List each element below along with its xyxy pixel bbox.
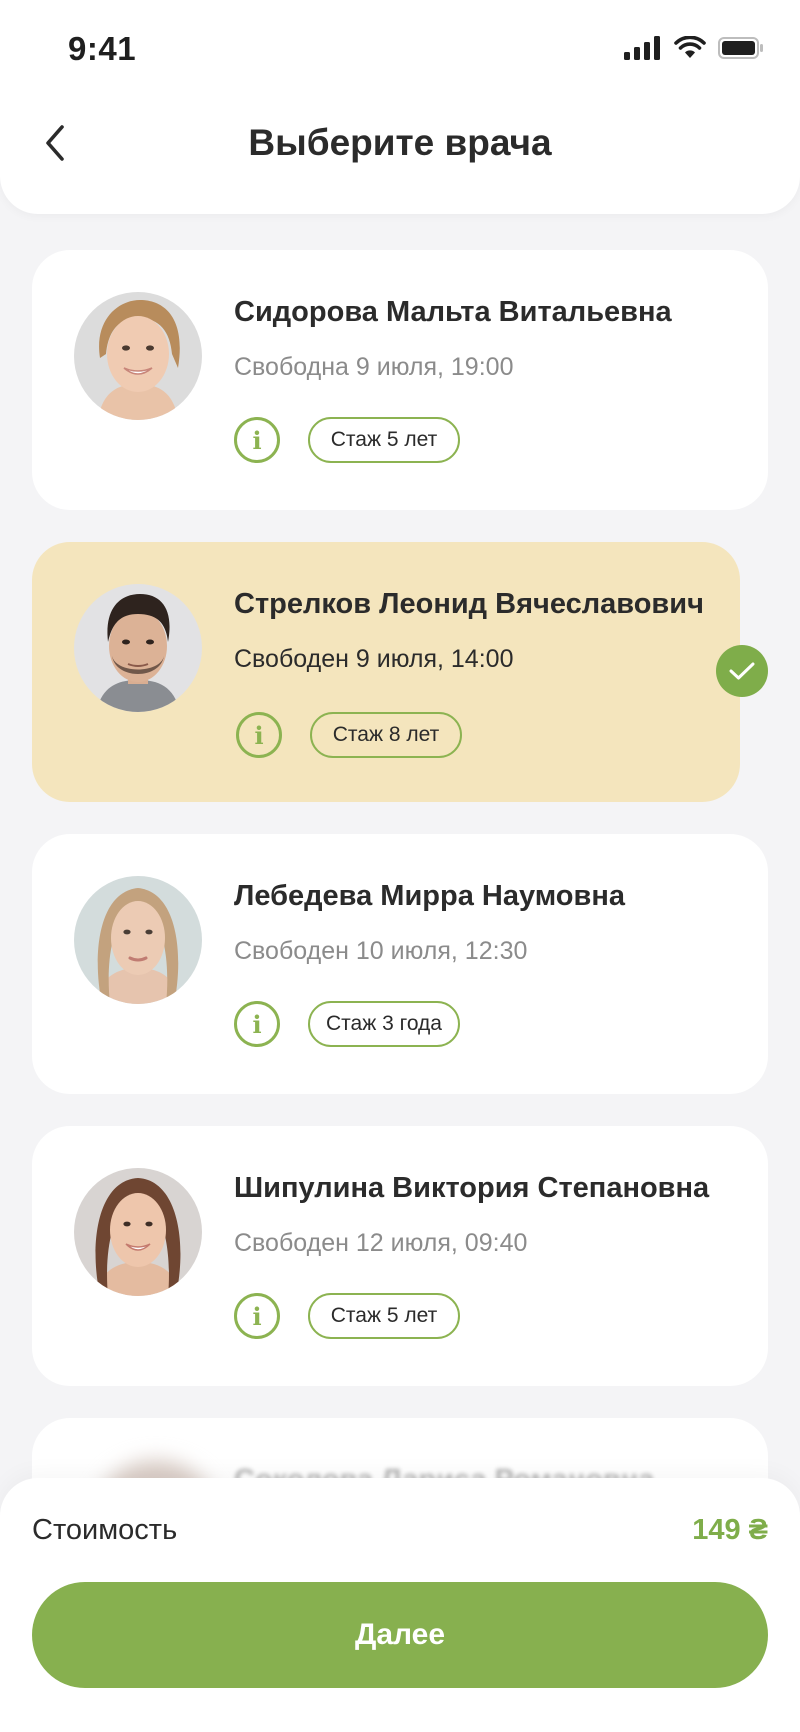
doctor-card[interactable]: Шипулина Виктория Степановна Свободен 12… bbox=[32, 1126, 768, 1386]
wifi-icon bbox=[674, 36, 706, 58]
doctor-name: Шипулина Виктория Степановна bbox=[234, 1172, 710, 1204]
doctor-avatar bbox=[74, 876, 202, 1004]
info-icon[interactable]: i bbox=[234, 417, 280, 463]
doctor-avatar bbox=[74, 584, 202, 712]
info-icon[interactable]: i bbox=[234, 1293, 280, 1339]
info-icon[interactable]: i bbox=[236, 712, 282, 758]
doctor-avatar bbox=[74, 292, 202, 420]
cost-label: Стоимость bbox=[32, 1514, 178, 1546]
status-time: 9:41 bbox=[68, 30, 137, 67]
doctor-availability: Свободен 10 июля, 12:30 bbox=[234, 937, 528, 965]
experience-badge: Стаж 5 лет bbox=[308, 1293, 460, 1339]
doctor-availability: Свободен 12 июля, 09:40 bbox=[234, 1229, 528, 1257]
header: 9:41 Выберите врача bbox=[0, 0, 800, 214]
doctor-availability: Свободна 9 июля, 19:00 bbox=[234, 353, 514, 381]
selected-check-icon bbox=[716, 645, 768, 697]
doctor-card[interactable]: Сидорова Мальта Витальевна Свободна 9 ию… bbox=[32, 250, 768, 510]
footer: Стоимость 149 ₴ Далее bbox=[0, 1478, 800, 1732]
experience-badge: Стаж 3 года bbox=[308, 1001, 460, 1047]
doctor-availability: Свободен 9 июля, 14:00 bbox=[234, 645, 514, 673]
doctor-avatar bbox=[74, 1168, 202, 1296]
signal-icon bbox=[624, 36, 660, 60]
info-icon[interactable]: i bbox=[234, 1001, 280, 1047]
status-icons bbox=[624, 36, 764, 60]
battery-icon bbox=[718, 37, 763, 59]
doctor-card[interactable]: Лебедева Мирра Наумовна Свободен 10 июля… bbox=[32, 834, 768, 1094]
cost-value: 149 ₴ bbox=[692, 1514, 768, 1546]
experience-badge: Стаж 5 лет bbox=[308, 417, 460, 463]
experience-badge: Стаж 8 лет bbox=[310, 712, 462, 758]
doctor-card-selected[interactable]: Стрелков Леонид Вячеславович Свободен 9 … bbox=[32, 542, 740, 802]
doctor-name: Стрелков Леонид Вячеславович bbox=[234, 588, 704, 620]
next-button[interactable]: Далее bbox=[32, 1582, 768, 1688]
doctor-name: Лебедева Мирра Наумовна bbox=[234, 880, 625, 912]
page-title: Выберите врача bbox=[248, 122, 552, 163]
doctor-name: Сидорова Мальта Витальевна bbox=[234, 296, 672, 328]
